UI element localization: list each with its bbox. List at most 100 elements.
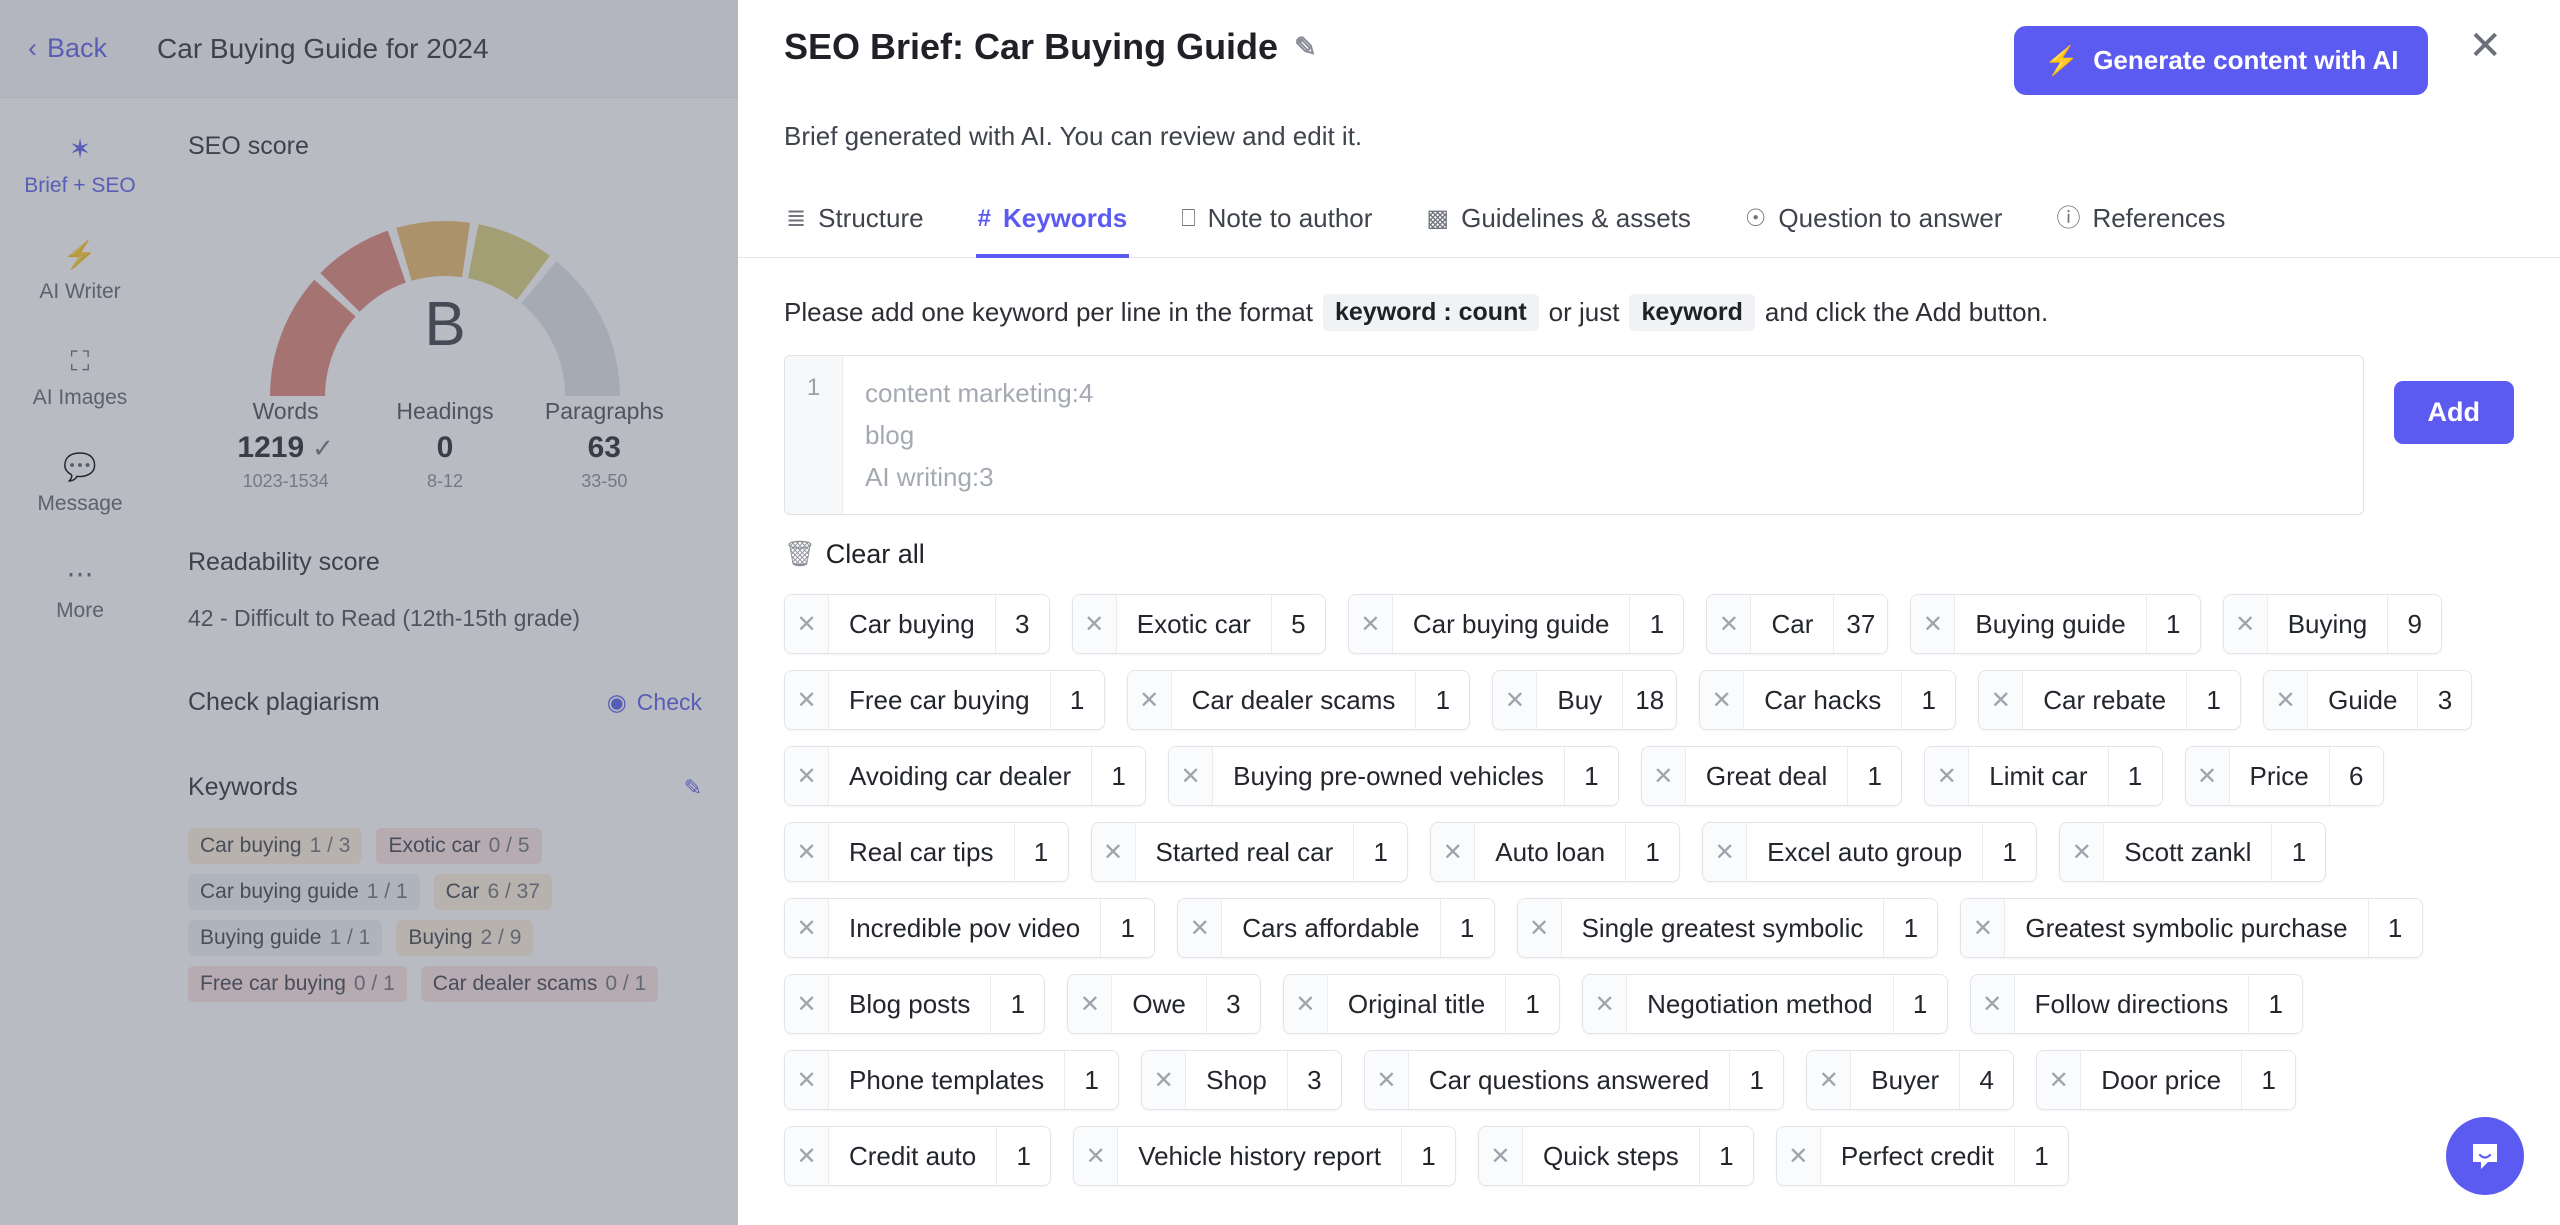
remove-keyword-icon[interactable]: ✕ [1583,975,1628,1034]
chat-launcher-button[interactable] [2446,1117,2524,1195]
remove-keyword-icon[interactable]: ✕ [1925,747,1970,806]
tab-keywords[interactable]: # Keywords [975,189,1130,258]
edit-title-icon[interactable]: ✎ [1294,32,1317,63]
remove-keyword-icon[interactable]: ✕ [1127,671,1172,730]
keyword-chip[interactable]: ✕ Car hacks 1 [1699,670,1957,731]
remove-keyword-icon[interactable]: ✕ [2223,595,2268,654]
remove-keyword-icon[interactable]: ✕ [1703,823,1748,882]
remove-keyword-icon[interactable]: ✕ [1517,899,1562,958]
keyword-chip[interactable]: ✕ Exotic car 5 [1071,594,1326,655]
remove-keyword-icon[interactable]: ✕ [2037,1051,2082,1110]
remove-keyword-icon[interactable]: ✕ [1283,975,1328,1034]
keyword-textarea-wrapper[interactable]: 1 content marketing:4 blog AI writing:3 [784,355,2364,516]
keyword-chip[interactable]: ✕ Excel auto group 1 [1702,822,2038,883]
keyword-chip[interactable]: ✕ Buying 9 [2222,594,2443,655]
keyword-chip[interactable]: ✕ Auto loan 1 [1430,822,1681,883]
keyword-chip[interactable]: ✕ Single greatest symbolic 1 [1516,898,1939,959]
close-icon[interactable]: ✕ [2468,26,2502,66]
keyword-chip[interactable]: ✕ Buyer 4 [1806,1050,2015,1111]
keyword-chip-count: 5 [1270,595,1325,654]
remove-keyword-icon[interactable]: ✕ [785,899,829,958]
remove-keyword-icon[interactable]: ✕ [1142,1051,1187,1110]
keyword-input[interactable]: content marketing:4 blog AI writing:3 [843,356,2363,514]
keyword-chip[interactable]: ✕ Car questions answered 1 [1363,1050,1785,1111]
add-button[interactable]: Add [2393,381,2514,444]
remove-keyword-icon[interactable]: ✕ [785,1051,829,1110]
keyword-chip[interactable]: ✕ Follow directions 1 [1969,974,2304,1035]
remove-keyword-icon[interactable]: ✕ [1911,595,1956,654]
keyword-chip[interactable]: ✕ Credit auto 1 [784,1126,1052,1187]
clear-all-button[interactable]: 🗑 Clear all [784,539,925,570]
keyword-chip[interactable]: ✕ Car rebate 1 [1978,670,2242,731]
remove-keyword-icon[interactable]: ✕ [1961,899,2006,958]
remove-keyword-icon[interactable]: ✕ [1178,899,1223,958]
remove-keyword-icon[interactable]: ✕ [1431,823,1476,882]
keyword-chip[interactable]: ✕ Started real car 1 [1090,822,1409,883]
remove-keyword-icon[interactable]: ✕ [1478,1127,1523,1186]
tab-note-to-author[interactable]: ⎕ Note to author [1179,189,1374,258]
keyword-chip[interactable]: ✕ Buying guide 1 [1910,594,2201,655]
remove-keyword-icon[interactable]: ✕ [785,747,829,806]
remove-keyword-icon[interactable]: ✕ [1348,595,1393,654]
keyword-chip[interactable]: ✕ Great deal 1 [1640,746,1903,807]
remove-keyword-icon[interactable]: ✕ [1364,1051,1409,1110]
keyword-chip[interactable]: ✕ Negotiation method 1 [1582,974,1948,1035]
remove-keyword-icon[interactable]: ✕ [2060,823,2105,882]
keyword-chip[interactable]: ✕ Phone templates 1 [784,1050,1120,1111]
tab-guidelines-assets[interactable]: ▩ Guidelines & assets [1424,189,1692,258]
modal-backdrop[interactable] [0,0,740,1225]
remove-keyword-icon[interactable]: ✕ [2264,671,2309,730]
keyword-chip[interactable]: ✕ Greatest symbolic purchase 1 [1960,898,2423,959]
keyword-chip[interactable]: ✕ Cars affordable 1 [1177,898,1495,959]
keyword-chip[interactable]: ✕ Perfect credit 1 [1775,1126,2069,1187]
keyword-chip[interactable]: ✕ Shop 3 [1141,1050,1342,1111]
remove-keyword-icon[interactable]: ✕ [785,671,829,730]
remove-keyword-icon[interactable]: ✕ [1493,671,1538,730]
remove-keyword-icon[interactable]: ✕ [785,975,829,1034]
keyword-chip[interactable]: ✕ Quick steps 1 [1477,1126,1754,1187]
keyword-chip[interactable]: ✕ Free car buying 1 [784,670,1105,731]
remove-keyword-icon[interactable]: ✕ [785,823,829,882]
keyword-chip[interactable]: ✕ Blog posts 1 [784,974,1046,1035]
keyword-chip[interactable]: ✕ Door price 1 [2036,1050,2297,1111]
keyword-chip[interactable]: ✕ Car 37 [1706,594,1889,655]
remove-keyword-icon[interactable]: ✕ [1979,671,2024,730]
keyword-chip[interactable]: ✕ Price 6 [2184,746,2384,807]
keyword-chip-label: Car [1771,608,1814,639]
keyword-chip[interactable]: ✕ Owe 3 [1067,974,1261,1035]
keyword-chip[interactable]: ✕ Buying pre-owned vehicles 1 [1168,746,1619,807]
remove-keyword-icon[interactable]: ✕ [1970,975,2015,1034]
tab-references[interactable]: ⓘ References [2054,189,2227,258]
keyword-chip-count: 4 [1959,1051,2014,1110]
keyword-chip[interactable]: ✕ Scott zankl 1 [2059,822,2327,883]
keyword-chip[interactable]: ✕ Buy 18 [1492,670,1678,731]
keyword-chip[interactable]: ✕ Incredible pov video 1 [784,898,1156,959]
keyword-chip[interactable]: ✕ Real car tips 1 [784,822,1069,883]
keyword-chip[interactable]: ✕ Avoiding car dealer 1 [784,746,1147,807]
tab-structure[interactable]: ≣ Structure [784,189,926,258]
keyword-chip[interactable]: ✕ Vehicle history report 1 [1073,1126,1456,1187]
keyword-chip[interactable]: ✕ Car buying guide 1 [1347,594,1685,655]
generate-content-button[interactable]: ⚡ Generate content with AI [2014,26,2429,95]
remove-keyword-icon[interactable]: ✕ [1091,823,1136,882]
keyword-chip[interactable]: ✕ Car dealer scams 1 [1126,670,1471,731]
keyword-chip[interactable]: ✕ Original title 1 [1282,974,1561,1035]
keyword-chip[interactable]: ✕ Limit car 1 [1924,746,2163,807]
tab-question-to-answer[interactable]: ☉ Question to answer [1743,189,2005,258]
remove-keyword-icon[interactable]: ✕ [1807,1051,1852,1110]
remove-keyword-icon[interactable]: ✕ [1776,1127,1821,1186]
keyword-chip[interactable]: ✕ Car buying 3 [784,594,1050,655]
keyword-chip-label: Auto loan [1495,836,1606,867]
remove-keyword-icon[interactable]: ✕ [2185,747,2230,806]
remove-keyword-icon[interactable]: ✕ [1707,595,1752,654]
remove-keyword-icon[interactable]: ✕ [785,595,829,654]
remove-keyword-icon[interactable]: ✕ [1169,747,1214,806]
remove-keyword-icon[interactable]: ✕ [785,1127,829,1186]
remove-keyword-icon[interactable]: ✕ [1068,975,1113,1034]
keyword-chip-count: 1 [990,975,1045,1034]
remove-keyword-icon[interactable]: ✕ [1074,1127,1119,1186]
remove-keyword-icon[interactable]: ✕ [1700,671,1745,730]
remove-keyword-icon[interactable]: ✕ [1641,747,1686,806]
keyword-chip[interactable]: ✕ Guide 3 [2263,670,2473,731]
remove-keyword-icon[interactable]: ✕ [1072,595,1117,654]
